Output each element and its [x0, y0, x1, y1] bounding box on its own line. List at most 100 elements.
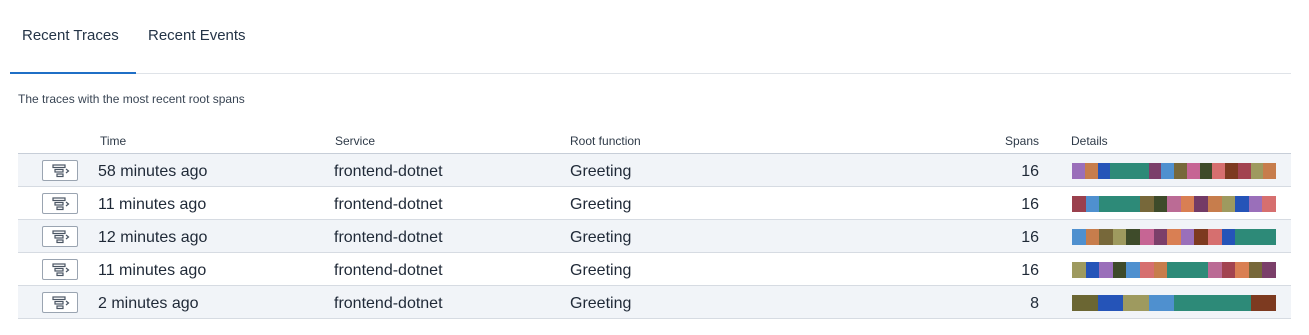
- trace-waterfall-icon: [52, 263, 70, 277]
- span-segment: [1225, 163, 1238, 179]
- span-segment: [1085, 262, 1100, 278]
- trace-spans-count: 16: [1021, 229, 1039, 246]
- traces-description: The traces with the most recent root spa…: [18, 92, 245, 106]
- span-segment: [1072, 262, 1086, 278]
- table-row[interactable]: 12 minutes ago frontend-dotnet Greeting 16: [18, 220, 1291, 253]
- span-segment: [1221, 229, 1236, 245]
- span-segment: [1072, 196, 1086, 212]
- span-segment: [1174, 163, 1187, 179]
- span-segment: [1186, 163, 1200, 179]
- span-details-bar[interactable]: [1072, 295, 1276, 311]
- span-segment: [1212, 163, 1225, 179]
- span-segment: [1139, 229, 1154, 245]
- traces-table: Time Service Root function Spans Details…: [18, 130, 1291, 319]
- span-segment: [1248, 262, 1263, 278]
- span-segment: [1099, 229, 1113, 245]
- table-row[interactable]: 11 minutes ago frontend-dotnet Greeting 16: [18, 187, 1291, 220]
- span-segment: [1153, 229, 1168, 245]
- span-segment: [1110, 163, 1149, 179]
- span-segment: [1250, 163, 1264, 179]
- trace-service: frontend-dotnet: [334, 163, 443, 180]
- span-segment: [1174, 295, 1251, 311]
- span-segment: [1248, 196, 1263, 212]
- trace-root-function: Greeting: [570, 295, 632, 312]
- column-header-service: Service: [335, 134, 376, 148]
- span-segment: [1099, 196, 1140, 212]
- trace-service: frontend-dotnet: [334, 262, 443, 279]
- view-trace-button[interactable]: [42, 160, 78, 181]
- table-row[interactable]: 58 minutes ago frontend-dotnet Greeting 16: [18, 154, 1291, 187]
- table-row[interactable]: 2 minutes ago frontend-dotnet Greeting 8: [18, 286, 1291, 319]
- span-segment: [1123, 295, 1149, 311]
- span-segment: [1126, 262, 1140, 278]
- trace-spans-count: 16: [1021, 196, 1039, 213]
- span-segment: [1207, 229, 1222, 245]
- span-segment: [1126, 229, 1140, 245]
- view-trace-button[interactable]: [42, 292, 78, 313]
- span-segment: [1112, 229, 1127, 245]
- trace-waterfall-icon: [52, 164, 70, 178]
- span-segment: [1112, 262, 1127, 278]
- trace-root-function: Greeting: [570, 229, 632, 246]
- table-row[interactable]: 11 minutes ago frontend-dotnet Greeting 16: [18, 253, 1291, 286]
- table-header: Time Service Root function Spans Details: [18, 130, 1291, 154]
- span-segment: [1221, 262, 1236, 278]
- trace-waterfall-icon: [52, 197, 70, 211]
- span-details-bar[interactable]: [1072, 163, 1276, 179]
- span-segment: [1221, 196, 1236, 212]
- span-segment: [1235, 229, 1276, 245]
- span-segment: [1167, 196, 1181, 212]
- span-segment: [1161, 163, 1174, 179]
- trace-time: 11 minutes ago: [98, 196, 207, 213]
- tab-bar: Recent Traces Recent Events: [10, 0, 1291, 74]
- column-header-root-function: Root function: [570, 134, 641, 148]
- span-segment: [1153, 196, 1168, 212]
- span-segment: [1167, 262, 1208, 278]
- tab-recent-traces[interactable]: Recent Traces: [10, 26, 136, 74]
- trace-time: 2 minutes ago: [98, 295, 199, 312]
- tab-recent-events[interactable]: Recent Events: [148, 26, 268, 74]
- span-segment: [1085, 196, 1100, 212]
- span-segment: [1263, 163, 1276, 179]
- span-details-bar[interactable]: [1072, 262, 1276, 278]
- view-trace-button[interactable]: [42, 259, 78, 280]
- span-segment: [1072, 163, 1085, 179]
- span-segment: [1085, 229, 1100, 245]
- trace-service: frontend-dotnet: [334, 196, 443, 213]
- span-segment: [1180, 196, 1195, 212]
- span-segment: [1207, 196, 1222, 212]
- span-segment: [1235, 262, 1249, 278]
- span-segment: [1237, 163, 1251, 179]
- column-header-time: Time: [100, 134, 127, 148]
- span-details-bar[interactable]: [1072, 196, 1276, 212]
- span-segment: [1250, 295, 1276, 311]
- span-segment: [1153, 262, 1168, 278]
- span-segment: [1084, 163, 1098, 179]
- span-details-bar[interactable]: [1072, 229, 1276, 245]
- view-trace-button[interactable]: [42, 193, 78, 214]
- span-segment: [1235, 196, 1249, 212]
- span-segment: [1072, 229, 1086, 245]
- span-segment: [1167, 229, 1181, 245]
- span-segment: [1097, 295, 1123, 311]
- trace-waterfall-icon: [52, 296, 70, 310]
- span-segment: [1207, 262, 1222, 278]
- span-segment: [1199, 163, 1213, 179]
- trace-spans-count: 16: [1021, 163, 1039, 180]
- trace-spans-count: 8: [1030, 295, 1039, 312]
- span-segment: [1194, 229, 1208, 245]
- span-segment: [1148, 163, 1162, 179]
- column-header-spans: Spans: [1004, 134, 1039, 148]
- trace-spans-count: 16: [1021, 262, 1039, 279]
- span-segment: [1139, 196, 1154, 212]
- span-segment: [1072, 295, 1098, 311]
- trace-service: frontend-dotnet: [334, 229, 443, 246]
- trace-root-function: Greeting: [570, 163, 632, 180]
- span-segment: [1099, 262, 1113, 278]
- trace-time: 58 minutes ago: [98, 163, 208, 180]
- table-body: 58 minutes ago frontend-dotnet Greeting 16 1…: [18, 154, 1291, 319]
- span-segment: [1180, 229, 1195, 245]
- column-header-details: Details: [1071, 134, 1108, 148]
- span-segment: [1097, 163, 1111, 179]
- view-trace-button[interactable]: [42, 226, 78, 247]
